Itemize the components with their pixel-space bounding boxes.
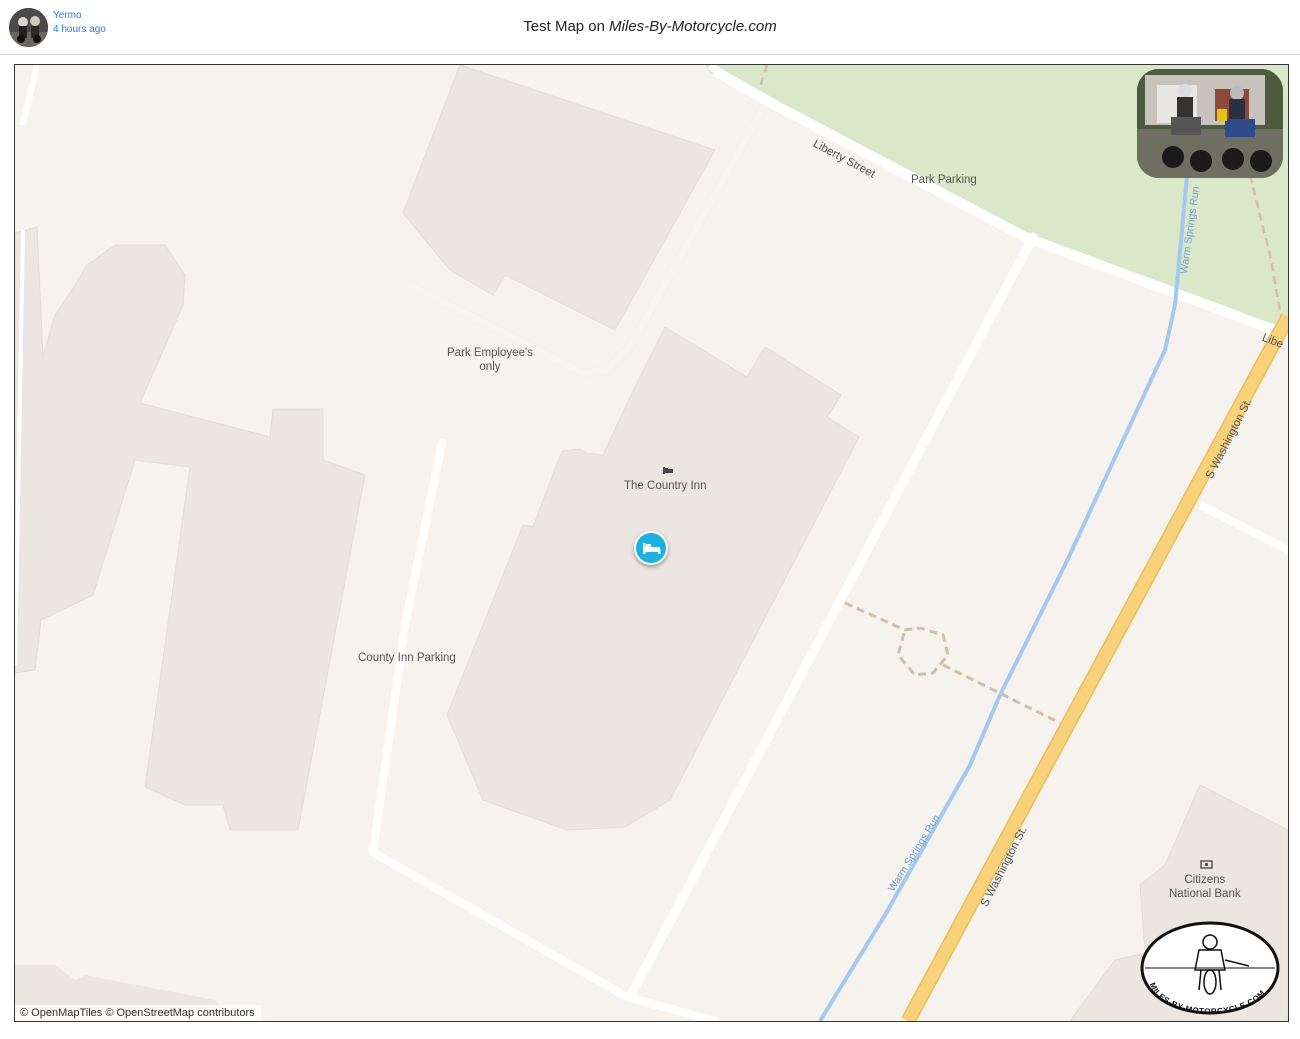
map-canvas[interactable]: Liberty Street Libe Park Parking Park Em… <box>14 64 1289 1022</box>
label-park-parking: Park Parking <box>911 174 977 186</box>
hotel-marker[interactable] <box>634 531 668 565</box>
label-country-inn: The Country Inn <box>624 480 707 492</box>
road-west-edge <box>20 65 40 126</box>
label-citizens-bank: Citizens National Bank <box>1169 873 1241 901</box>
label-citizens-bank-line1: Citizens <box>1184 874 1226 886</box>
title-prefix: Test Map on <box>523 18 610 35</box>
label-county-inn-parking: County Inn Parking <box>358 652 456 664</box>
building-west <box>15 226 366 831</box>
label-park-employees-line2: only <box>479 361 501 373</box>
side-road-east <box>1198 501 1288 554</box>
inset-photo[interactable] <box>1137 69 1283 178</box>
label-park-employees-line1: Park Employee's <box>447 347 533 359</box>
building-north <box>402 65 716 331</box>
footpath-loop <box>844 601 950 677</box>
building-country-inn <box>446 326 860 831</box>
post-header: Yermo 4 hours ago Test Map on Miles-By-M… <box>0 0 1300 55</box>
bed-icon <box>643 543 661 554</box>
page-title: Test Map on Miles-By-Motorcycle.com <box>0 18 1300 35</box>
map-attribution[interactable]: © OpenMapTiles © OpenStreetMap contribut… <box>15 1005 261 1021</box>
site-logo[interactable]: MILES-BY-MOTORCYCLE.COM <box>1139 920 1281 1016</box>
label-citizens-bank-line2: National Bank <box>1169 888 1241 900</box>
title-site: Miles-By-Motorcycle.com <box>609 18 777 35</box>
label-park-employees: Park Employee's only <box>447 346 533 374</box>
